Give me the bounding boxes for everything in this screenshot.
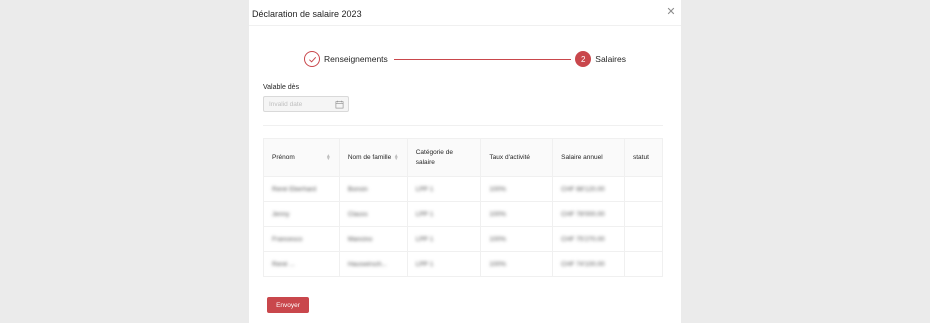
table-row[interactable]: René Eberhard Bonsin LPP 1 100% CHF 88'1…: [263, 176, 663, 202]
cell-nom: Hauswirsch...: [339, 251, 408, 277]
modal-title: Déclaration de salaire 2023: [252, 9, 362, 19]
calendar-icon[interactable]: [335, 100, 344, 109]
step-label: Salaires: [595, 54, 626, 64]
cell-salaire: CHF 88'120.00: [552, 176, 625, 202]
salary-table: Prénom ▲ ▼ ▲ ▼ Nom de famille Catégorie de…: [263, 138, 663, 277]
check-icon: [304, 51, 320, 67]
cell-categorie: LPP 1: [407, 176, 482, 202]
sort-icon[interactable]: ▲ ▼: [326, 153, 331, 161]
salary-declaration-modal: Déclaration de salaire 2023 ✕ Renseignem…: [249, 0, 681, 323]
cell-nom: Clauss: [339, 201, 408, 227]
step-number: 2: [575, 51, 592, 67]
cell-categorie: LPP 1: [407, 201, 482, 227]
cell-prenom: Jenny: [263, 201, 340, 227]
cell-salaire: CHF 74'100.00: [552, 251, 625, 277]
date-input[interactable]: [269, 100, 329, 108]
cell-salaire: CHF 78'000.00: [552, 201, 625, 227]
column-header-categorie: Catégorie de salaire: [407, 138, 482, 177]
title-divider: [249, 25, 681, 26]
cell-taux: 100%: [480, 176, 554, 202]
close-icon[interactable]: ✕: [665, 6, 677, 18]
stepper: Renseignements 2 Salaires: [304, 50, 626, 68]
cell-prenom: Francesco: [263, 226, 340, 252]
step-renseignements[interactable]: Renseignements: [304, 50, 388, 68]
valid-from-date-picker[interactable]: [263, 96, 349, 112]
cell-prenom: René ...: [263, 251, 340, 277]
step-connector: [394, 59, 571, 60]
column-header-prenom[interactable]: Prénom ▲ ▼: [263, 138, 340, 177]
cell-nom: Mancino: [339, 226, 408, 252]
submit-button[interactable]: Envoyer: [267, 297, 309, 313]
table-row[interactable]: Francesco Mancino LPP 1 100% CHF 75'270.…: [263, 226, 663, 252]
cell-statut: [624, 176, 663, 202]
column-header-nom[interactable]: ▲ ▼ Nom de famille: [339, 138, 408, 177]
table-row[interactable]: Jenny Clauss LPP 1 100% CHF 78'000.00: [263, 201, 663, 227]
table-row[interactable]: René ... Hauswirsch... LPP 1 100% CHF 74…: [263, 251, 663, 277]
column-header-taux: Taux d'activité: [480, 138, 554, 177]
cell-nom: Bonsin: [339, 176, 408, 202]
cell-categorie: LPP 1: [407, 251, 482, 277]
cell-statut: [624, 251, 663, 277]
section-divider: [263, 125, 663, 126]
sort-icon[interactable]: ▲ ▼: [394, 153, 399, 161]
step-label: Renseignements: [324, 54, 388, 64]
step-salaires[interactable]: 2 Salaires: [575, 50, 626, 68]
cell-taux: 100%: [480, 251, 554, 277]
cell-categorie: LPP 1: [407, 226, 482, 252]
cell-statut: [624, 226, 663, 252]
cell-prenom: René Eberhard: [263, 176, 340, 202]
table-header-row: Prénom ▲ ▼ ▲ ▼ Nom de famille Catégorie de…: [263, 138, 663, 177]
cell-taux: 100%: [480, 201, 554, 227]
column-header-statut: statut: [624, 138, 663, 177]
valid-from-label: Valable dès: [263, 84, 300, 91]
cell-salaire: CHF 75'270.00: [552, 226, 625, 252]
cell-statut: [624, 201, 663, 227]
column-header-salaire: Salaire annuel: [552, 138, 625, 177]
cell-taux: 100%: [480, 226, 554, 252]
